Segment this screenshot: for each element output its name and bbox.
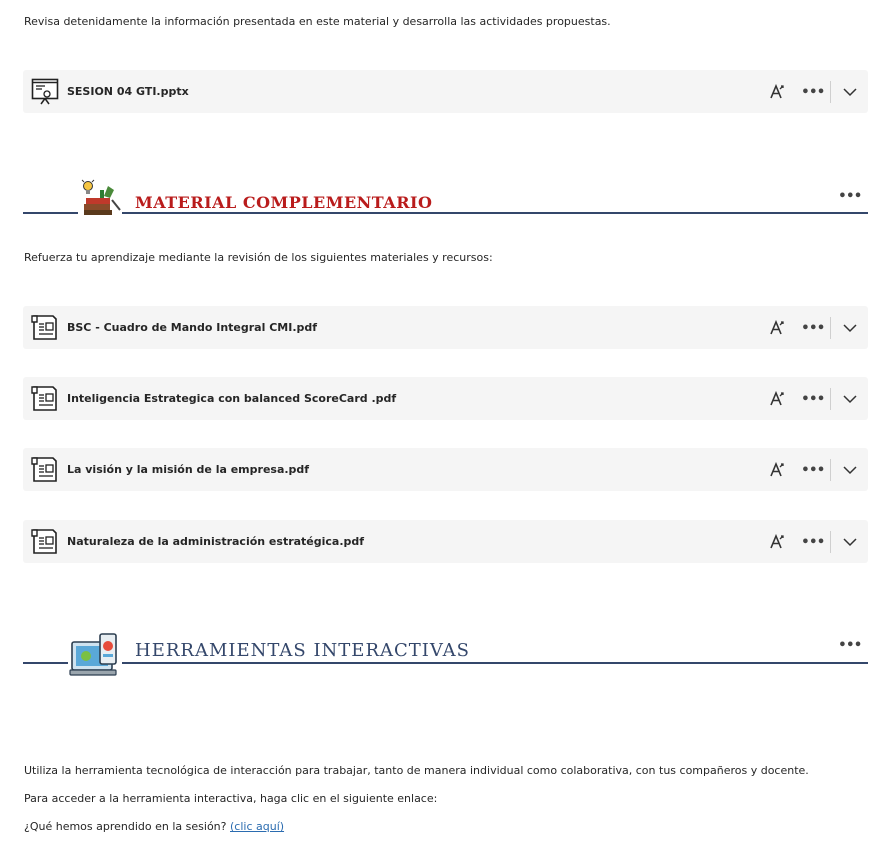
divider xyxy=(830,388,831,410)
document-file-icon xyxy=(31,527,59,556)
tools-instruction: Para acceder a la herramienta interactiv… xyxy=(24,792,438,805)
chevron-down-icon[interactable] xyxy=(838,530,862,554)
material-intro-text: Refuerza tu aprendizaje mediante la revi… xyxy=(24,251,493,264)
more-options-icon[interactable]: ••• xyxy=(801,80,825,104)
more-options-icon[interactable]: ••• xyxy=(801,530,825,554)
more-dots: ••• xyxy=(801,320,825,336)
chevron-down-icon[interactable] xyxy=(838,316,862,340)
tools-paragraph: Utiliza la herramienta tecnológica de in… xyxy=(24,764,809,777)
file-card-session[interactable]: SESION 04 GTI.pptx ••• xyxy=(23,70,868,113)
file-card[interactable]: Inteligencia Estrategica con balanced Sc… xyxy=(23,377,868,420)
file-card[interactable]: La visión y la misión de la empresa.pdf •… xyxy=(23,448,868,491)
alternative-formats-icon[interactable] xyxy=(765,530,789,554)
file-name[interactable]: SESION 04 GTI.pptx xyxy=(67,70,189,113)
alternative-formats-icon[interactable] xyxy=(765,458,789,482)
books-icon xyxy=(78,176,122,218)
presentation-file-icon xyxy=(31,77,59,106)
file-card[interactable]: BSC - Cuadro de Mando Integral CMI.pdf ••… xyxy=(23,306,868,349)
chevron-down-icon[interactable] xyxy=(838,80,862,104)
file-name[interactable]: BSC - Cuadro de Mando Integral CMI.pdf xyxy=(67,306,317,349)
divider xyxy=(830,531,831,553)
intro-text: Revisa detenidamente la información pres… xyxy=(24,15,611,28)
laptop-phone-icon xyxy=(68,632,122,680)
more-dots: ••• xyxy=(838,637,862,653)
more-options-icon[interactable]: ••• xyxy=(801,316,825,340)
alternative-formats-icon[interactable] xyxy=(765,387,789,411)
file-name[interactable]: Inteligencia Estrategica con balanced Sc… xyxy=(67,377,396,420)
file-card[interactable]: Naturaleza de la administración estratég… xyxy=(23,520,868,563)
document-file-icon xyxy=(31,384,59,413)
file-name[interactable]: Naturaleza de la administración estratég… xyxy=(67,520,364,563)
more-options-icon[interactable]: ••• xyxy=(801,387,825,411)
section-more-options-icon[interactable]: ••• xyxy=(838,635,862,655)
file-name[interactable]: La visión y la misión de la empresa.pdf xyxy=(67,448,309,491)
more-options-icon[interactable]: ••• xyxy=(801,458,825,482)
divider xyxy=(830,317,831,339)
more-dots: ••• xyxy=(801,84,825,100)
interactive-tool-link[interactable]: (clic aquí) xyxy=(230,820,284,833)
divider xyxy=(830,81,831,103)
chevron-down-icon[interactable] xyxy=(838,387,862,411)
more-dots: ••• xyxy=(801,534,825,550)
divider xyxy=(830,459,831,481)
section-title: HERRAMIENTAS INTERACTIVAS xyxy=(135,640,470,661)
more-dots: ••• xyxy=(838,188,862,204)
section-divider-line xyxy=(23,212,868,214)
chevron-down-icon[interactable] xyxy=(838,458,862,482)
section-title: MATERIAL COMPLEMENTARIO xyxy=(135,193,433,212)
alternative-formats-icon[interactable] xyxy=(765,80,789,104)
more-dots: ••• xyxy=(801,462,825,478)
section-more-options-icon[interactable]: ••• xyxy=(838,186,862,206)
document-file-icon xyxy=(31,455,59,484)
alternative-formats-icon[interactable] xyxy=(765,316,789,340)
more-dots: ••• xyxy=(801,391,825,407)
document-file-icon xyxy=(31,313,59,342)
question-text: ¿Qué hemos aprendido en la sesión? xyxy=(24,820,227,833)
tools-question-line: ¿Qué hemos aprendido en la sesión? (clic… xyxy=(24,820,284,833)
section-divider-line xyxy=(23,662,868,664)
